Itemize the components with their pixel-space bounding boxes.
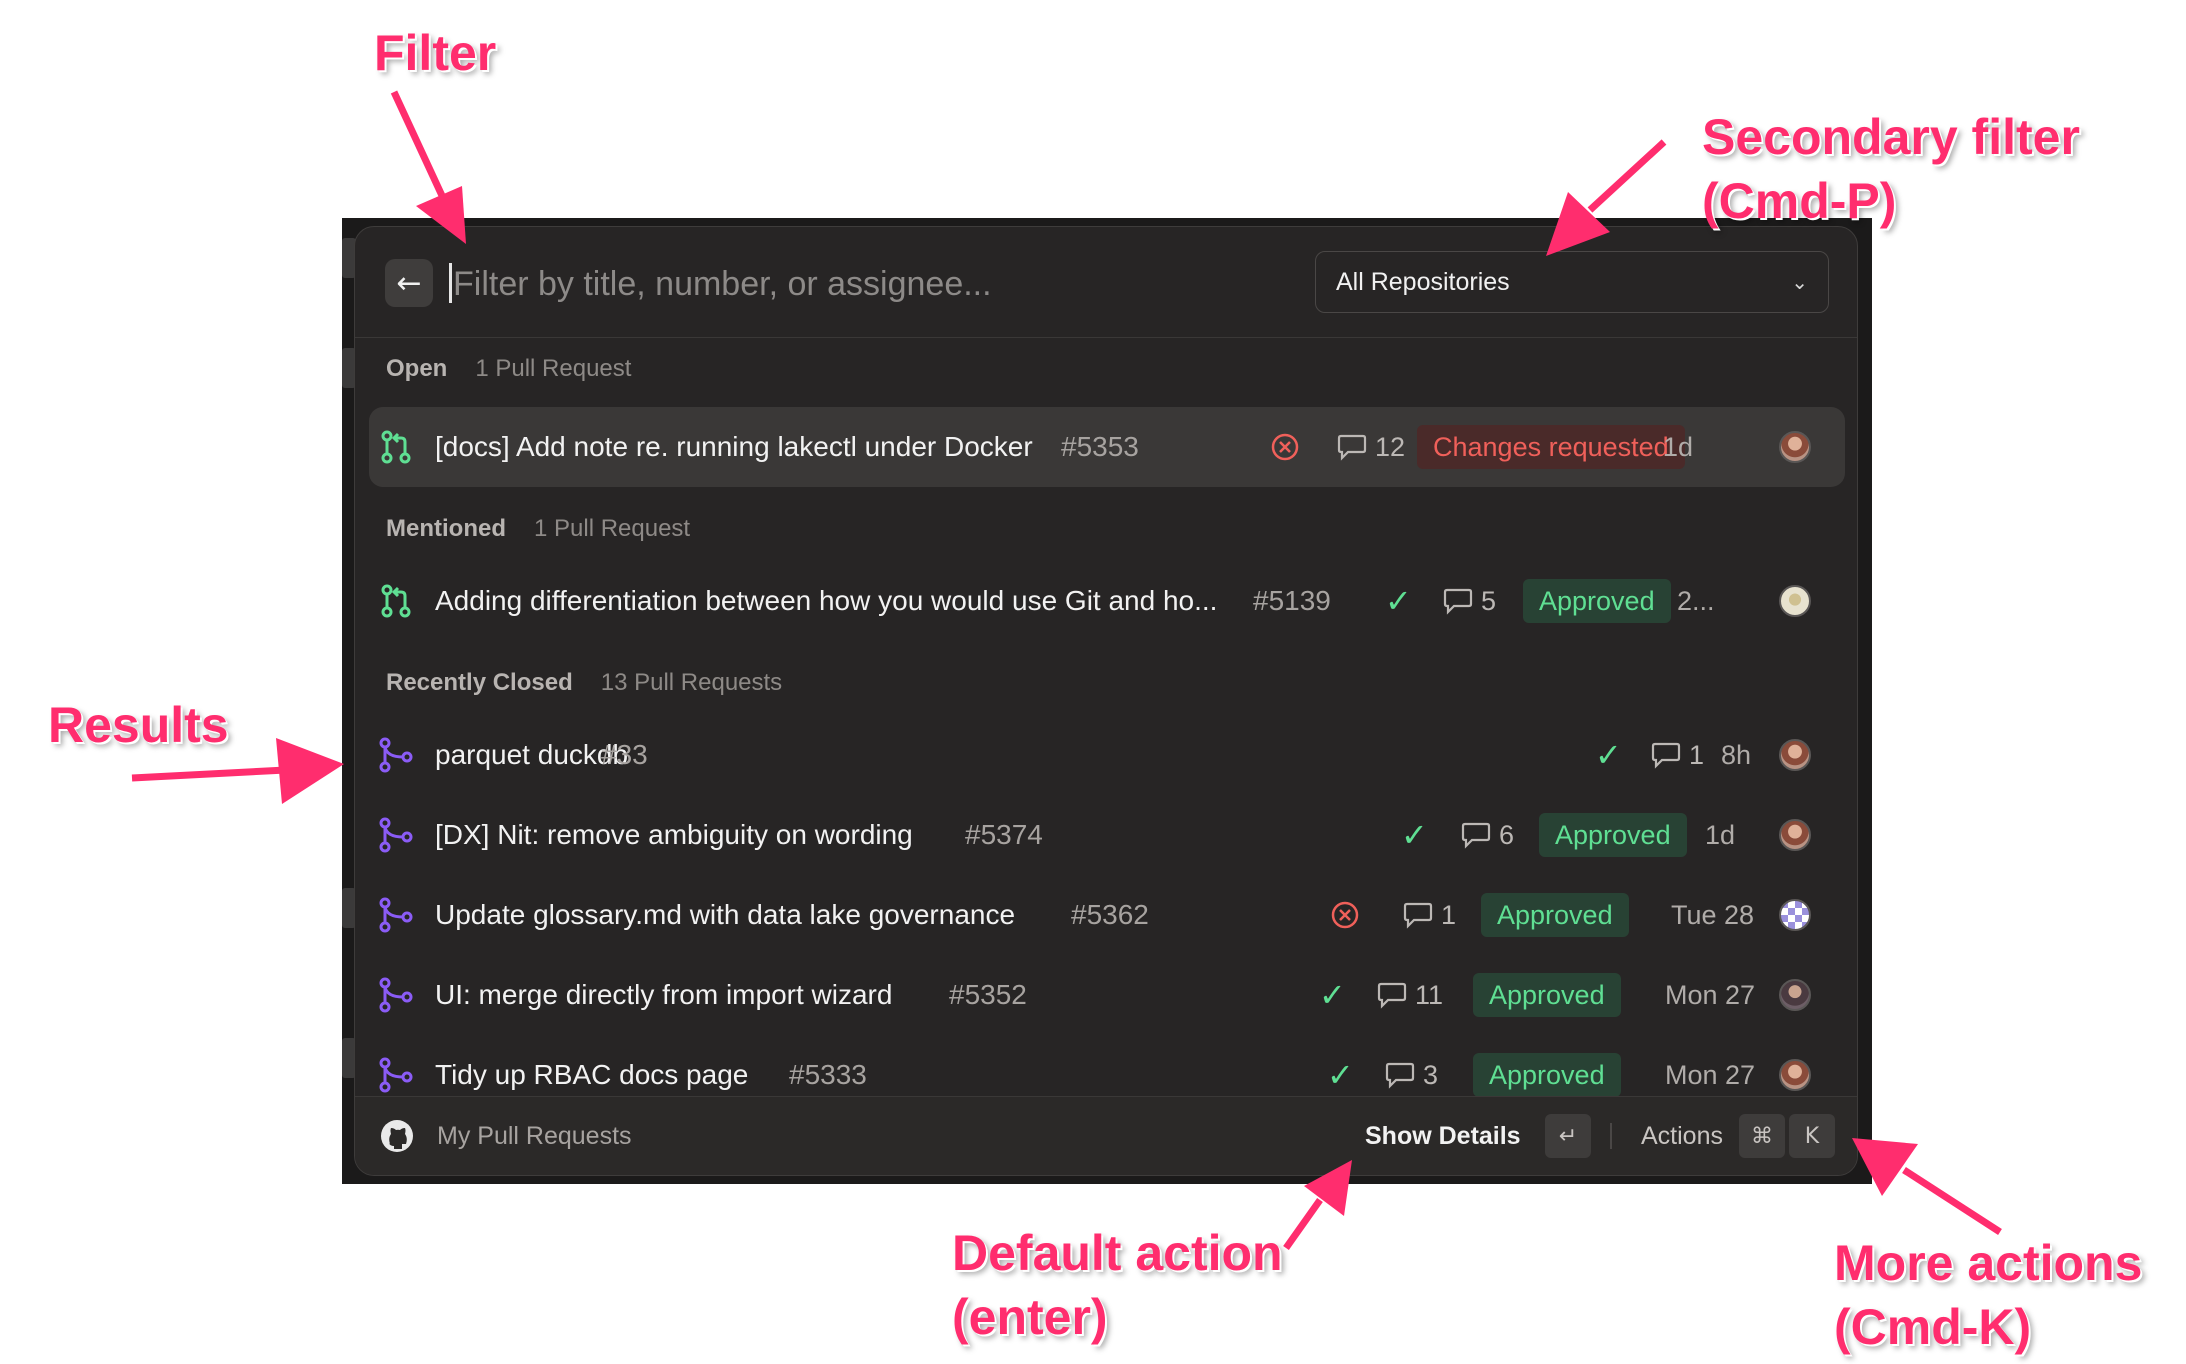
arrow-to-filter bbox=[390, 90, 466, 244]
annotation-more-actions-shortcut: (Cmd-K) bbox=[1834, 1299, 2032, 1355]
annotation-secondary-filter-shortcut: (Cmd-P) bbox=[1702, 173, 1897, 229]
arrow-to-more-actions bbox=[1852, 1138, 2002, 1235]
annotation-default-action-key: (enter) bbox=[952, 1289, 1108, 1345]
annotation-results: Results bbox=[48, 697, 229, 753]
annotation-secondary-filter: Secondary filter bbox=[1702, 109, 2080, 165]
arrow-to-secondary-filter bbox=[1546, 139, 1667, 256]
annotation-filter: Filter bbox=[374, 25, 497, 81]
annotation-default-action: Default action bbox=[952, 1225, 1283, 1281]
annotation-more-actions: More actions bbox=[1834, 1235, 2143, 1291]
arrow-to-default-action bbox=[1283, 1160, 1352, 1251]
